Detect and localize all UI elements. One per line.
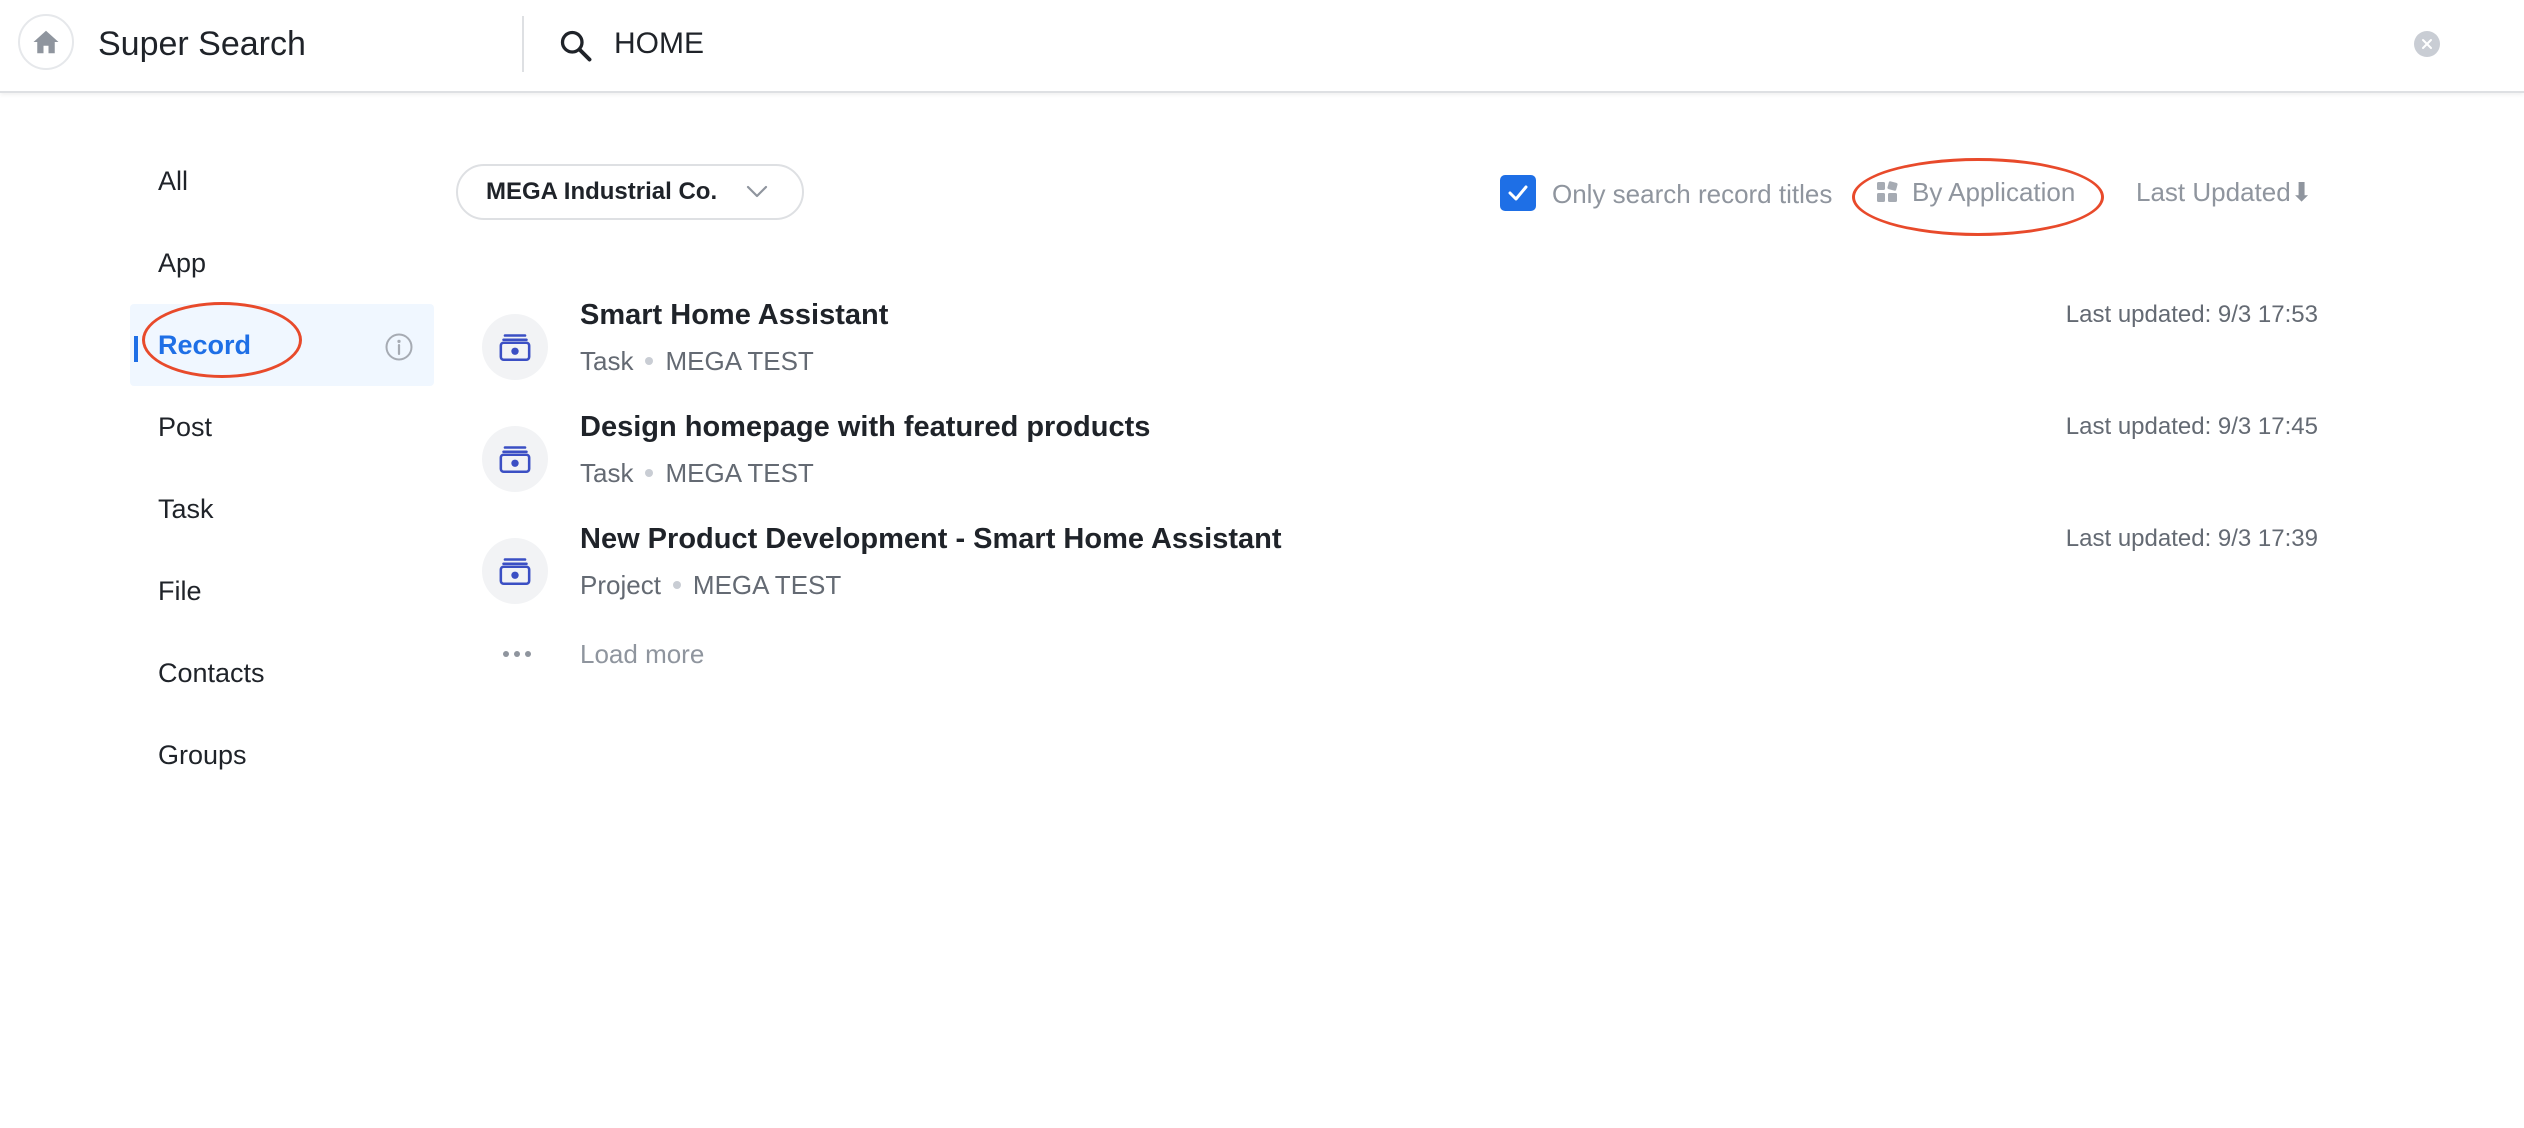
top-bar: Super Search bbox=[0, 0, 2524, 93]
category-sidebar: All App Record Post Task File Contacts G… bbox=[130, 140, 434, 796]
result-meta: Task MEGA TEST bbox=[580, 456, 814, 490]
result-updated: Last updated: 9/3 17:45 bbox=[2065, 413, 2318, 440]
sidebar-item-label: Record bbox=[158, 329, 252, 360]
separator-dot bbox=[645, 357, 654, 366]
sidebar-item-app[interactable]: App bbox=[130, 222, 434, 304]
home-icon bbox=[33, 30, 59, 54]
sidebar-item-post[interactable]: Post bbox=[130, 386, 434, 468]
search-input[interactable] bbox=[614, 20, 2374, 68]
result-type: Project bbox=[580, 570, 661, 600]
sort-last-updated-button[interactable]: Last Updated⬇ bbox=[2136, 176, 2312, 208]
sidebar-item-label: Task bbox=[158, 493, 214, 524]
result-type: Task bbox=[580, 346, 634, 376]
record-icon bbox=[482, 426, 548, 492]
search-icon bbox=[560, 30, 592, 62]
sidebar-item-contacts[interactable]: Contacts bbox=[130, 632, 434, 714]
sidebar-item-label: Groups bbox=[158, 739, 247, 770]
separator-dot bbox=[672, 581, 681, 590]
sidebar-item-record[interactable]: Record bbox=[130, 304, 434, 386]
clear-icon bbox=[2422, 39, 2432, 49]
company-select[interactable]: MEGA Industrial Co. bbox=[456, 164, 804, 220]
sidebar-item-task[interactable]: Task bbox=[130, 468, 434, 550]
result-meta: Task MEGA TEST bbox=[580, 344, 814, 378]
grid-icon bbox=[1877, 181, 1898, 202]
group-by-label: By Application bbox=[1912, 177, 2076, 207]
result-title[interactable]: Smart Home Assistant bbox=[580, 296, 888, 334]
load-more-label: Load more bbox=[580, 639, 705, 669]
result-workspace: MEGA TEST bbox=[665, 458, 814, 488]
result-item[interactable]: New Product Development - Smart Home Ass… bbox=[482, 520, 2318, 632]
record-icon bbox=[482, 314, 548, 380]
clear-search-button[interactable] bbox=[2414, 31, 2440, 57]
group-by-application-button[interactable]: By Application bbox=[1876, 176, 2075, 208]
page-title: Super Search bbox=[98, 25, 306, 63]
sidebar-item-groups[interactable]: Groups bbox=[130, 714, 434, 796]
result-title[interactable]: Design homepage with featured products bbox=[580, 408, 1150, 446]
sidebar-item-label: File bbox=[158, 575, 202, 606]
company-select-value: MEGA Industrial Co. bbox=[486, 178, 718, 205]
sidebar-item-label: Contacts bbox=[158, 657, 265, 688]
sidebar-item-label: Post bbox=[158, 411, 213, 442]
sidebar-item-file[interactable]: File bbox=[130, 550, 434, 632]
home-button[interactable] bbox=[18, 14, 74, 70]
result-updated: Last updated: 9/3 17:39 bbox=[2065, 525, 2318, 552]
sidebar-item-label: All bbox=[158, 165, 189, 196]
result-updated: Last updated: 9/3 17:53 bbox=[2065, 301, 2318, 328]
only-titles-checkbox[interactable] bbox=[1500, 175, 1536, 211]
sidebar-item-label: App bbox=[158, 247, 207, 278]
result-title[interactable]: New Product Development - Smart Home Ass… bbox=[580, 520, 1282, 558]
separator-dot bbox=[645, 469, 654, 478]
only-titles-label[interactable]: Only search record titles bbox=[1552, 178, 1832, 210]
result-workspace: MEGA TEST bbox=[692, 570, 842, 600]
record-icon bbox=[482, 538, 548, 604]
result-item[interactable]: Smart Home Assistant Task MEGA TEST Last … bbox=[482, 296, 2318, 408]
sidebar-item-all[interactable]: All bbox=[130, 140, 434, 222]
result-workspace: MEGA TEST bbox=[665, 346, 814, 376]
info-icon[interactable] bbox=[384, 332, 414, 362]
chevron-down-icon bbox=[746, 185, 768, 198]
result-type: Task bbox=[580, 458, 634, 488]
result-meta: Project MEGA TEST bbox=[580, 568, 841, 602]
more-dots-icon bbox=[503, 651, 531, 657]
check-icon bbox=[1508, 185, 1528, 201]
header-divider bbox=[522, 16, 524, 72]
result-item[interactable]: Design homepage with featured products T… bbox=[482, 408, 2318, 520]
